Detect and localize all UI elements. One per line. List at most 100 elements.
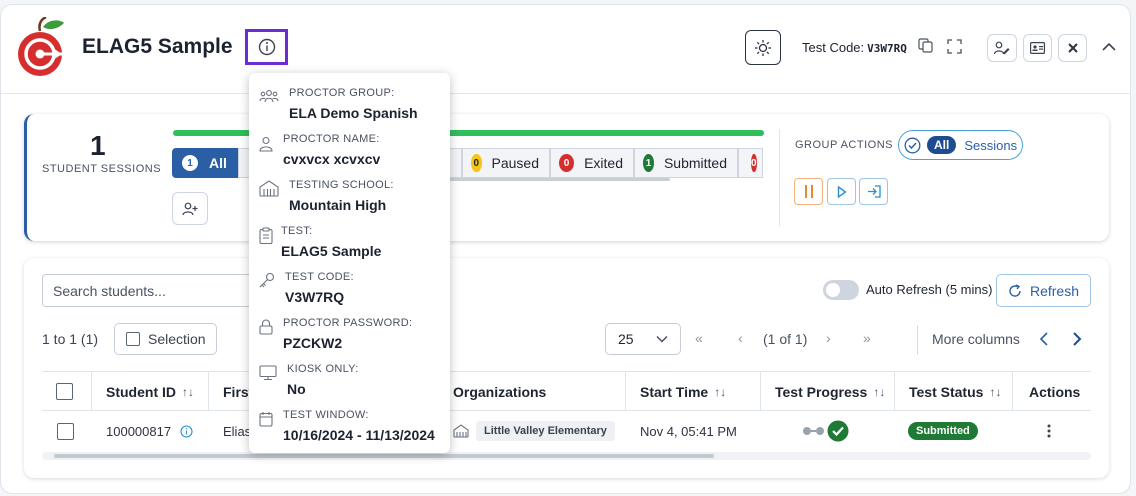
user-icon xyxy=(259,136,273,152)
edit-user-button[interactable] xyxy=(987,34,1017,62)
select-all-cell[interactable] xyxy=(42,372,92,411)
popover-item-test-code: TEST CODE: V3W7RQ xyxy=(259,271,444,307)
popover-value: 10/16/2024 - 11/13/2024 xyxy=(283,427,435,443)
auto-refresh-toggle[interactable] xyxy=(823,280,859,300)
popover-label: TEST CODE: xyxy=(285,271,354,283)
sort-icon[interactable]: ↑↓ xyxy=(182,385,194,399)
filter-exited[interactable]: 0 Exited xyxy=(550,148,634,178)
selection-toggle[interactable]: Selection xyxy=(114,323,217,355)
close-icon xyxy=(1067,43,1078,53)
test-code-value: V3W7RQ xyxy=(867,42,907,55)
row-select-cell[interactable] xyxy=(57,411,74,451)
first-page-icon[interactable]: « xyxy=(695,330,703,346)
filter-more[interactable]: 0 xyxy=(738,148,763,178)
scrollbar-thumb[interactable] xyxy=(54,454,714,458)
popover-label: TEST WINDOW: xyxy=(283,409,369,421)
popover-value: V3W7RQ xyxy=(285,289,345,305)
col-label: Organizations xyxy=(453,383,547,400)
id-card-button[interactable] xyxy=(1023,34,1052,62)
col-student-id[interactable]: Student ID ↑↓ xyxy=(92,372,209,411)
next-page-icon[interactable]: › xyxy=(826,330,831,346)
close-button[interactable] xyxy=(1058,34,1087,62)
scope-all[interactable]: All xyxy=(927,136,957,154)
calendar-icon xyxy=(259,412,273,427)
table-row[interactable]: 100000817 Elias Little Valley Elementary… xyxy=(42,411,1091,451)
filter-count-badge: 0 xyxy=(751,154,757,172)
page-size-value: 25 xyxy=(618,331,634,347)
scope-sessions[interactable]: Sessions xyxy=(964,138,1017,153)
popover-item-test: TEST: ELAG5 Sample xyxy=(259,225,444,261)
table-horizontal-scrollbar[interactable] xyxy=(42,452,1091,460)
prev-page-icon[interactable]: ‹ xyxy=(738,330,743,346)
popover-value: ELA Demo Spanish xyxy=(289,105,418,121)
search-input[interactable] xyxy=(42,274,252,307)
filter-label: Submitted xyxy=(663,155,727,171)
filter-all[interactable]: 1 All xyxy=(172,148,238,178)
id-card-icon xyxy=(1030,42,1045,54)
student-id: 100000817 xyxy=(106,423,172,439)
info-button[interactable] xyxy=(245,29,288,65)
columns-prev-icon[interactable] xyxy=(1039,332,1049,346)
info-icon xyxy=(258,38,275,56)
popover-value: Mountain High xyxy=(289,197,387,213)
popover-item-test-window: TEST WINDOW: 10/16/2024 - 11/13/2024 xyxy=(259,409,444,445)
row-checkbox[interactable] xyxy=(57,422,74,440)
organization-cell: Little Valley Elementary xyxy=(453,411,615,451)
group-actions-label: GROUP ACTIONS xyxy=(795,139,893,151)
info-icon[interactable] xyxy=(180,424,193,438)
resume-all-button[interactable] xyxy=(827,178,856,205)
col-start-time[interactable]: Start Time ↑↓ xyxy=(626,372,761,411)
sun-icon xyxy=(755,39,771,56)
col-test-status[interactable]: Test Status ↑↓ xyxy=(895,372,1013,411)
filter-label: Paused xyxy=(491,155,539,171)
more-vertical-icon[interactable] xyxy=(1047,424,1051,438)
sign-in-icon xyxy=(867,185,881,198)
selection-label: Selection xyxy=(148,331,206,347)
play-icon xyxy=(837,185,847,198)
refresh-button[interactable]: Refresh xyxy=(996,274,1091,307)
enter-all-button[interactable] xyxy=(859,178,888,205)
sort-icon[interactable]: ↑↓ xyxy=(714,385,726,399)
col-organizations[interactable]: Organizations xyxy=(439,372,626,411)
pause-icon xyxy=(804,185,813,198)
theme-toggle-button[interactable] xyxy=(745,30,781,65)
page-size-select[interactable]: 25 xyxy=(605,323,681,355)
chevron-up-icon[interactable] xyxy=(1102,42,1116,51)
copy-icon[interactable] xyxy=(918,38,933,53)
popover-value: PZCKW2 xyxy=(283,335,343,351)
popover-value: cvxvcx xcvxcv xyxy=(283,151,381,167)
last-page-icon[interactable]: » xyxy=(863,330,871,346)
group-scope-toggle[interactable]: All Sessions xyxy=(898,130,1023,160)
filter-count-badge: 1 xyxy=(181,154,199,172)
popover-label: PROCTOR PASSWORD: xyxy=(283,317,413,329)
add-student-button[interactable] xyxy=(172,192,208,225)
select-all-checkbox[interactable] xyxy=(56,383,73,400)
add-user-icon xyxy=(182,202,198,215)
col-test-progress[interactable]: Test Progress ↑↓ xyxy=(761,372,895,411)
columns-next-icon[interactable] xyxy=(1072,332,1082,346)
more-columns-label: More columns xyxy=(932,331,1020,347)
filter-count-badge: 0 xyxy=(559,154,575,172)
progress-step-icon xyxy=(803,427,811,435)
test-status-cell: Submitted xyxy=(908,411,978,451)
check-circle-icon xyxy=(904,137,921,153)
filter-submitted[interactable]: 1 Submitted xyxy=(634,148,738,178)
row-actions-menu[interactable] xyxy=(1047,411,1051,451)
popover-value: No xyxy=(287,381,306,397)
popover-item-kiosk-only: KIOSK ONLY: No xyxy=(259,363,444,399)
table-header: Student ID ↑↓ First Organizations Start T… xyxy=(42,371,1091,411)
sort-icon[interactable]: ↑↓ xyxy=(989,385,1001,399)
sort-icon[interactable]: ↑↓ xyxy=(873,385,885,399)
col-label: Start Time xyxy=(640,383,709,400)
fullscreen-icon[interactable] xyxy=(947,39,962,54)
pagination-divider xyxy=(917,325,918,355)
session-count-label: STUDENT SESSIONS xyxy=(42,163,162,175)
result-range: 1 to 1 (1) xyxy=(42,331,99,347)
refresh-label: Refresh xyxy=(1029,282,1080,299)
group-icon xyxy=(259,90,279,103)
test-code-label: Test Code: xyxy=(802,40,865,55)
filter-paused[interactable]: 0 Paused xyxy=(462,148,550,178)
key-icon xyxy=(259,272,275,288)
filter-label: All xyxy=(209,155,227,171)
pause-all-button[interactable] xyxy=(794,178,823,205)
